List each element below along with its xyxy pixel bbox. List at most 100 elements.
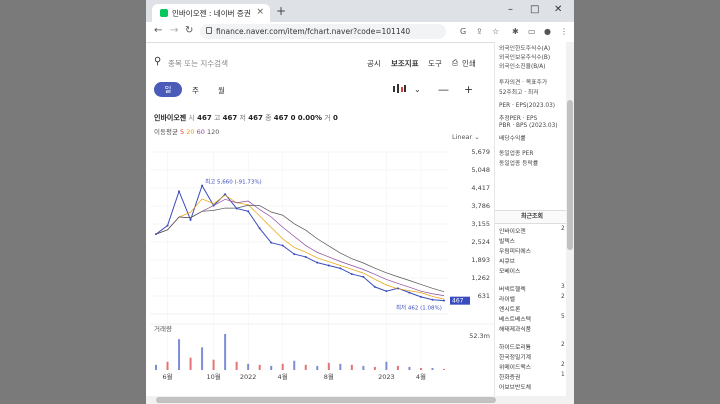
- high-value: 467: [222, 114, 238, 122]
- scroll-thumb[interactable]: [567, 100, 573, 250]
- volume-bar: [385, 361, 388, 370]
- recent-stock-item[interactable]: 한국정밀기계: [499, 352, 531, 361]
- price-point: [270, 241, 273, 244]
- browser-tab[interactable]: 인바이오젠 : 네이버 증권 ×: [152, 4, 270, 22]
- zoom-out-button[interactable]: —: [438, 83, 449, 96]
- y-tick-label: 1,262: [471, 274, 490, 282]
- maximize-button[interactable]: □: [530, 4, 539, 15]
- y-tick-label: 631: [478, 292, 490, 300]
- y-tick-label: 5,048: [471, 166, 490, 174]
- vertical-scrollbar[interactable]: [566, 42, 574, 404]
- volume-bar: [166, 361, 169, 370]
- volume-bar: [408, 366, 411, 370]
- price-point: [350, 273, 353, 276]
- y-tick-label: 1,893: [471, 256, 490, 264]
- price-point: [224, 193, 227, 196]
- announce-button[interactable]: 공시: [367, 58, 381, 69]
- volume-bar: [396, 365, 399, 370]
- search-icon[interactable]: ⚲: [154, 56, 161, 67]
- volume-bar: [178, 339, 181, 370]
- low-label: 저: [239, 114, 246, 122]
- price-point: [304, 255, 307, 258]
- last-price-label: 467: [452, 298, 464, 305]
- recent-stock-item[interactable]: 위메이드맥스: [499, 362, 531, 371]
- candlestick-icon[interactable]: [392, 84, 406, 94]
- hscroll-thumb[interactable]: [156, 397, 496, 403]
- recent-stock-item[interactable]: 하이드로리튬: [499, 342, 531, 351]
- print-button[interactable]: 인쇄: [462, 58, 476, 69]
- recent-count: 2: [561, 226, 565, 232]
- google-icon[interactable]: G: [460, 27, 466, 36]
- profile-avatar-icon[interactable]: ●: [544, 27, 551, 36]
- price-line: [155, 184, 445, 302]
- back-arrow-icon[interactable]: ←: [154, 25, 162, 36]
- tools-button[interactable]: 도구: [428, 58, 442, 69]
- ma-20: 20: [186, 128, 195, 136]
- printer-icon[interactable]: ⎙: [452, 58, 458, 68]
- new-tab-button[interactable]: +: [276, 4, 286, 18]
- opinion-row: 52주최고 · 최저: [499, 90, 539, 96]
- period-day-tab[interactable]: 일: [154, 82, 182, 97]
- price-point: [385, 290, 388, 293]
- period-week-tab[interactable]: 주: [192, 85, 199, 96]
- x-tick-label: 6월: [162, 372, 172, 381]
- close-label: 종: [265, 114, 272, 122]
- stock-search-input[interactable]: 종목 또는 지수검색: [168, 58, 228, 69]
- chart-type-dropdown-icon[interactable]: ⌄: [414, 85, 421, 94]
- price-point: [408, 291, 411, 294]
- scale-selector[interactable]: Linear ⌄: [452, 133, 480, 141]
- recent-stock-item[interactable]: 베스트베스텍: [499, 314, 531, 323]
- recent-stock-item[interactable]: 라이벨: [499, 294, 515, 303]
- price-chart[interactable]: 5,679 5,048 4,417 3,786 3,155 2,524 1,893 1,262…: [148, 144, 494, 404]
- x-tick-label: 8월: [324, 372, 334, 381]
- recent-stock-item[interactable]: 모베이스: [499, 266, 520, 275]
- menu-kebab-icon[interactable]: ⋮: [560, 27, 568, 36]
- sidepanel-icon[interactable]: ▭: [528, 27, 536, 36]
- recent-stock-item[interactable]: 버넥트헬렉: [499, 284, 526, 293]
- valuation-row: 추정PER · EPS: [499, 116, 538, 122]
- price-point: [373, 285, 376, 288]
- volume-bar: [293, 360, 296, 370]
- indicator-button[interactable]: 보조지표: [391, 58, 419, 69]
- industry-row: 동일업종 등락률: [499, 161, 539, 167]
- recent-stock-item[interactable]: 한화증권: [499, 372, 520, 381]
- url-field[interactable]: finance.naver.com/item/fchart.naver?code…: [200, 24, 446, 39]
- bookmark-star-icon[interactable]: ☆: [492, 27, 499, 36]
- x-tick-label: 2022: [240, 373, 257, 381]
- recent-title: 최근조회: [495, 210, 569, 224]
- moving-average-line: [155, 194, 445, 300]
- period-month-tab[interactable]: 월: [218, 85, 225, 96]
- share-icon[interactable]: ⇪: [476, 27, 483, 36]
- price-point: [431, 298, 434, 301]
- reload-icon[interactable]: ↻: [185, 25, 193, 36]
- tab-title: 인바이오젠 : 네이버 증권: [172, 9, 251, 18]
- recent-count: 2: [561, 362, 565, 368]
- moving-average-legend[interactable]: 이동평균 5 20 60 120: [154, 126, 219, 136]
- forward-arrow-icon[interactable]: →: [170, 25, 178, 36]
- price-point: [339, 267, 342, 270]
- price-point: [396, 287, 399, 290]
- zoom-in-button[interactable]: +: [464, 83, 473, 96]
- tab-close-icon[interactable]: ×: [256, 7, 264, 17]
- extensions-icon[interactable]: ✱: [512, 27, 519, 36]
- recent-stock-item[interactable]: 우림피티에스: [499, 246, 531, 255]
- volume-bar: [443, 368, 445, 370]
- horizontal-scrollbar[interactable]: [146, 396, 566, 404]
- recent-stock-item[interactable]: 씨큐브: [499, 256, 515, 265]
- y-tick-label: 3,786: [471, 202, 490, 210]
- minimize-button[interactable]: –: [508, 4, 513, 15]
- price-point: [281, 244, 284, 247]
- price-point: [362, 275, 365, 278]
- recent-stock-item[interactable]: 엔시트론: [499, 304, 520, 313]
- volume-bar: [247, 363, 250, 370]
- volume-bar: [316, 365, 319, 370]
- recent-stock-item[interactable]: 빌텍스: [499, 236, 515, 245]
- close-window-button[interactable]: ✕: [554, 4, 562, 15]
- y-tick-label: 5,679: [471, 148, 490, 156]
- recent-stock-item[interactable]: 인바이오젠: [499, 226, 526, 235]
- naver-favicon-icon: [160, 9, 168, 17]
- recent-stock-item[interactable]: 해태제과식품: [499, 324, 531, 333]
- moving-average-line: [155, 204, 445, 292]
- chart-toolbar: ⚲ 종목 또는 지수검색 공시 보조지표 도구 ⎙ 인쇄: [146, 52, 494, 72]
- recent-stock-item[interactable]: 어보브반도체: [499, 382, 531, 391]
